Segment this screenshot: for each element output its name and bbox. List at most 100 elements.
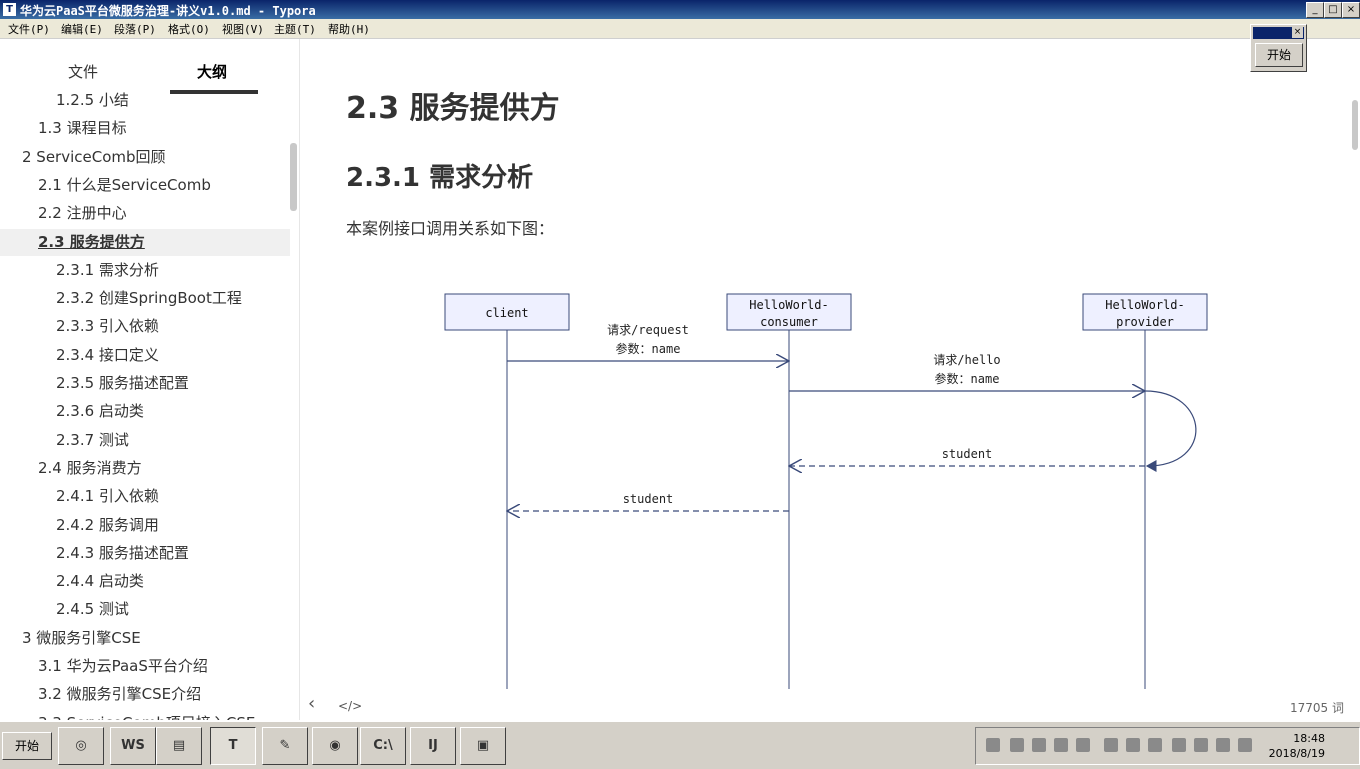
volume-icon[interactable] xyxy=(1194,738,1208,752)
outline-item-label: 3.1 华为云PaaS平台介绍 xyxy=(38,657,208,675)
outline-item[interactable]: 3.1 华为云PaaS平台介绍 xyxy=(38,653,208,680)
tab-outline[interactable]: 大纲 xyxy=(197,61,227,82)
outline-item-label: 3.2 微服务引擎CSE介绍 xyxy=(38,685,202,704)
outline-item-label: 2.4.4 启动类 xyxy=(56,572,144,591)
tray-network-icon[interactable] xyxy=(1010,738,1024,752)
close-button[interactable]: × xyxy=(1342,2,1360,18)
outline-item[interactable]: 2.3.7 测试 xyxy=(56,427,129,454)
taskbar-idea-button[interactable]: IJ xyxy=(410,727,456,765)
tab-files[interactable]: 文件 xyxy=(68,61,98,82)
menu-view[interactable]: 视图(V) xyxy=(222,21,264,37)
message-label: student xyxy=(623,492,674,506)
tray-screen-icon[interactable] xyxy=(1076,738,1090,752)
sidebar: 文件 大纲 1.2.5 小结 1.3 课程目标 2 ServiceComb回顾 2.1… xyxy=(0,39,300,720)
outline-item-label: 2.3.2 创建SpringBoot工程 xyxy=(56,289,242,308)
outline-item-label: 2.3.7 测试 xyxy=(56,430,129,449)
taskbar-browser-button[interactable]: ◎ xyxy=(58,727,104,765)
mini-close-icon[interactable]: × xyxy=(1292,27,1303,38)
outline-item-label: 2.3.5 服务描述配置 xyxy=(56,374,189,392)
outline-item-label: 2 ServiceComb回顾 xyxy=(22,147,166,166)
taskbar-cmd-button[interactable]: C:\ xyxy=(360,727,406,765)
participant-label: consumer xyxy=(760,315,818,329)
outline-item[interactable]: 3.3 ServiceComb项目接入CSE xyxy=(38,710,255,720)
maximize-button[interactable]: □ xyxy=(1324,2,1342,18)
outline-item[interactable]: 2.4.3 服务描述配置 xyxy=(56,540,189,567)
clock-time[interactable]: 18:48 xyxy=(1293,732,1325,745)
taskbar-files-button[interactable]: ▤ xyxy=(156,727,202,765)
taskbar-tool-button[interactable]: ✎ xyxy=(262,727,308,765)
source-code-icon[interactable]: </> xyxy=(338,699,362,713)
active-tab-indicator xyxy=(170,90,258,94)
menu-format[interactable]: 格式(O) xyxy=(168,21,210,37)
outline-item-label: 2.3.4 接口定义 xyxy=(56,345,159,364)
outline-item[interactable]: 2.4 服务消费方 xyxy=(38,455,142,482)
minimize-button[interactable]: _ xyxy=(1306,2,1324,18)
taskbar-recorder-button[interactable]: ▣ xyxy=(460,727,506,765)
outline-item-label: 2.4.2 服务调用 xyxy=(56,515,159,534)
outline-item[interactable]: 2.3.3 引入依赖 xyxy=(56,313,159,340)
tray-sync-icon[interactable] xyxy=(1054,738,1068,752)
outline-item-label: 2.2 注册中心 xyxy=(38,204,127,223)
tray-device-icon[interactable] xyxy=(1172,738,1186,752)
self-call-arrow xyxy=(1144,390,1197,472)
message-label: student xyxy=(942,447,993,461)
participant-label: client xyxy=(485,306,528,320)
outline-item[interactable]: 3.2 微服务引擎CSE介绍 xyxy=(38,681,201,708)
taskbar-webstorm-button[interactable]: WS xyxy=(110,727,156,765)
menu-help[interactable]: 帮助(H) xyxy=(328,21,370,37)
sidebar-scrollbar[interactable] xyxy=(290,143,297,211)
outline-item-label: 2.3 服务提供方 xyxy=(38,232,145,251)
outline-item[interactable]: 1.3 课程目标 xyxy=(38,115,127,142)
outline-item[interactable]: 2.3.4 接口定义 xyxy=(56,342,159,369)
menu-theme[interactable]: 主题(T) xyxy=(274,21,316,37)
outline-item[interactable]: 2.4.4 启动类 xyxy=(56,568,144,595)
outline-item-label: 3.3 ServiceComb项目接入CSE xyxy=(38,714,255,720)
taskbar-chrome-button[interactable]: ◉ xyxy=(312,727,358,765)
title-bar: T 华为云PaaS平台微服务治理-讲义v1.0.md - Typora _ □ … xyxy=(0,0,1360,19)
outline-item[interactable]: 2.4.2 服务调用 xyxy=(56,512,159,539)
start-button[interactable]: 开始 xyxy=(2,732,52,760)
participant-label: HelloWorld- xyxy=(749,298,828,312)
outline-item[interactable]: 3 微服务引擎CSE xyxy=(22,625,141,652)
outline-item-label: 2.3.1 需求分析 xyxy=(56,260,159,279)
outline-item-label: 2.3.3 引入依赖 xyxy=(56,317,159,336)
outline-item[interactable]: 2.3.6 启动类 xyxy=(56,398,144,425)
outline-item[interactable]: 2.3.5 服务描述配置 xyxy=(56,370,189,397)
message-label: 请求/hello xyxy=(933,353,1000,367)
tray-display-icon[interactable] xyxy=(1104,738,1118,752)
outline-item[interactable]: 2 ServiceComb回顾 xyxy=(22,144,166,171)
editor-scrollbar[interactable] xyxy=(1352,100,1358,150)
clock-date[interactable]: 2018/8/19 xyxy=(1269,747,1325,760)
outline-item[interactable]: 2.3 服务提供方 xyxy=(0,228,290,256)
sequence-diagram: client HelloWorld-consumer HelloWorld-prov… xyxy=(444,293,1208,689)
tray-app-icon[interactable] xyxy=(986,738,1000,752)
outline-item-label: 2.4.5 测试 xyxy=(56,600,129,619)
status-footer: ‹ </> 17705 词 xyxy=(300,689,1360,721)
tray-security-icon[interactable] xyxy=(1032,738,1046,752)
menu-file[interactable]: 文件(P) xyxy=(8,21,50,37)
outline-item[interactable]: 2.4.5 测试 xyxy=(56,596,129,623)
tray-bluetooth-icon[interactable] xyxy=(1126,738,1140,752)
input-method-icon[interactable] xyxy=(1238,738,1252,752)
signal-icon[interactable] xyxy=(1216,738,1230,752)
outline-item[interactable]: 2.1 什么是ServiceComb xyxy=(38,172,211,199)
tray-update-icon[interactable] xyxy=(1148,738,1162,752)
menu-paragraph[interactable]: 段落(P) xyxy=(114,21,156,37)
outline-item-label: 2.4 服务消费方 xyxy=(38,458,142,477)
editor-content: 2.3 服务提供方 2.3.1 需求分析 本案例接口调用关系如下图： clien… xyxy=(300,39,1352,689)
word-count[interactable]: 17705 词 xyxy=(1290,699,1344,716)
outline-item[interactable]: 2.3.2 创建SpringBoot工程 xyxy=(56,285,242,312)
outline-item[interactable]: 1.2.5 小结 xyxy=(56,87,129,114)
taskbar: 开始 ◎ WS ▤ T ✎ ◉ C:\ IJ ▣ 18:48 2018/8/19 xyxy=(0,721,1360,769)
message-label: 请求/request xyxy=(607,323,689,337)
menu-bar: 文件(P) 编辑(E) 段落(P) 格式(O) 视图(V) 主题(T) 帮助(H… xyxy=(0,19,1360,39)
taskbar-typora-button[interactable]: T xyxy=(210,727,256,765)
outline-item[interactable]: 2.4.1 引入依赖 xyxy=(56,483,159,510)
window-title: 华为云PaaS平台微服务治理-讲义v1.0.md - Typora xyxy=(20,4,316,18)
outline-item-label: 1.2.5 小结 xyxy=(56,91,129,109)
sidebar-toggle-icon[interactable]: ‹ xyxy=(308,693,315,714)
menu-edit[interactable]: 编辑(E) xyxy=(61,21,103,37)
outline-item[interactable]: 2.2 注册中心 xyxy=(38,200,127,227)
outline-item[interactable]: 2.3.1 需求分析 xyxy=(56,257,159,284)
typora-app-icon: T xyxy=(3,3,16,16)
